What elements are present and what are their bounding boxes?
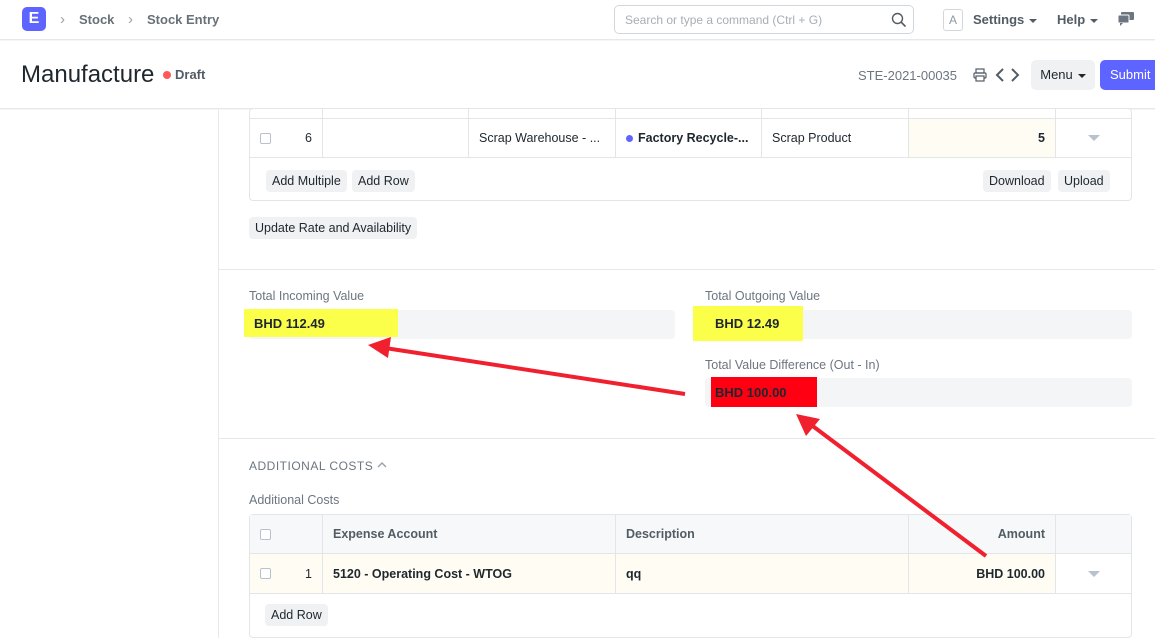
row-menu-cell[interactable]: [1056, 554, 1131, 593]
settings-label: Settings: [973, 12, 1025, 27]
page-title: Manufacture: [21, 61, 155, 88]
column-header-description: Description: [616, 515, 909, 553]
add-multiple-button[interactable]: Add Multiple: [266, 170, 347, 192]
form-content: 6 Scrap Warehouse - ... Factory Recycle-…: [218, 108, 1155, 638]
page-head: Manufacture Draft STE-2021-00035 Menu Su…: [0, 41, 1155, 109]
row-index: 6: [305, 131, 312, 145]
submit-button[interactable]: Submit: [1100, 60, 1155, 90]
upload-button[interactable]: Upload: [1058, 170, 1110, 192]
settings-dropdown[interactable]: Settings: [973, 12, 1038, 27]
search-placeholder: Search or type a command (Ctrl + G): [625, 13, 823, 27]
row-checkbox[interactable]: [260, 568, 271, 579]
chevron-right-icon: ›: [60, 11, 65, 28]
section-divider: [219, 438, 1155, 439]
target-warehouse-cell[interactable]: Scrap Warehouse - ...: [469, 119, 616, 157]
description-cell[interactable]: qq: [616, 554, 909, 593]
row-select-cell[interactable]: 1: [250, 554, 323, 593]
table-header: Expense Account Description Amount: [250, 515, 1131, 554]
chevron-right-icon[interactable]: [1010, 68, 1020, 82]
avatar[interactable]: A: [943, 9, 963, 31]
status-indicator: [163, 71, 171, 79]
help-label: Help: [1057, 12, 1086, 27]
total-difference-label: Total Value Difference (Out - In): [705, 358, 880, 372]
caret-down-icon: [1087, 570, 1100, 577]
caret-down-icon: [1087, 135, 1100, 141]
app-logo[interactable]: E: [22, 7, 46, 31]
link-indicator: [626, 134, 633, 142]
table-row[interactable]: 6 Scrap Warehouse - ... Factory Recycle-…: [250, 119, 1131, 158]
additional-costs-label: Additional Costs: [249, 493, 340, 507]
search-input[interactable]: Search or type a command (Ctrl + G): [614, 5, 914, 34]
row-menu-cell[interactable]: [1056, 119, 1131, 157]
total-difference-value: BHD 100.00: [711, 377, 817, 407]
chevron-left-icon[interactable]: [995, 68, 1005, 82]
search-icon: [891, 12, 907, 28]
header-select-cell[interactable]: [250, 515, 323, 553]
amount-cell[interactable]: BHD 100.00: [909, 554, 1056, 593]
chevron-up-icon[interactable]: [377, 462, 387, 468]
caret-down-icon: [1090, 18, 1099, 23]
expense-account-cell[interactable]: 5120 - Operating Cost - WTOG: [323, 554, 616, 593]
qty-cell[interactable]: 5: [909, 119, 1056, 157]
section-divider: [219, 269, 1155, 270]
row-index: 1: [305, 566, 312, 581]
add-row-button[interactable]: Add Row: [352, 170, 415, 192]
total-incoming-value: BHD 112.49: [244, 309, 398, 337]
breadcrumb-stock[interactable]: Stock: [79, 12, 114, 27]
caret-down-icon: [1077, 73, 1086, 78]
select-all-checkbox[interactable]: [260, 528, 271, 540]
total-incoming-label: Total Incoming Value: [249, 289, 365, 303]
document-name: STE-2021-00035: [858, 68, 958, 83]
total-outgoing-label: Total Outgoing Value: [705, 289, 821, 303]
row-select-cell[interactable]: 6: [250, 119, 323, 157]
menu-button[interactable]: Menu: [1031, 60, 1095, 90]
caret-down-icon: [1029, 18, 1038, 23]
table-row: [250, 109, 1131, 119]
additional-costs-section-title[interactable]: ADDITIONAL COSTS: [249, 459, 373, 473]
table-row[interactable]: 1 5120 - Operating Cost - WTOG qq BHD 10…: [250, 554, 1131, 594]
menu-label: Menu: [1040, 67, 1073, 82]
sidebar: [0, 110, 218, 638]
item-code-cell[interactable]: Factory Recycle-...: [616, 119, 762, 157]
add-cost-row-button[interactable]: Add Row: [265, 604, 328, 626]
navbar: E › Stock › Stock Entry Search or type a…: [0, 0, 1155, 40]
items-table: 6 Scrap Warehouse - ... Factory Recycle-…: [249, 108, 1132, 201]
chat-icon[interactable]: [1118, 12, 1134, 26]
printer-icon[interactable]: [973, 68, 987, 82]
status-badge: Draft: [175, 67, 206, 82]
breadcrumb-stock-entry[interactable]: Stock Entry: [147, 12, 219, 27]
row-checkbox[interactable]: [260, 132, 271, 144]
download-button[interactable]: Download: [983, 170, 1051, 192]
item-code-text: Factory Recycle-...: [638, 131, 749, 145]
item-name-cell[interactable]: Scrap Product: [762, 119, 909, 157]
additional-costs-table: Expense Account Description Amount 1 512…: [249, 514, 1132, 638]
column-header-amount: Amount: [909, 515, 1056, 553]
column-header-expense-account: Expense Account: [323, 515, 616, 553]
chevron-right-icon: ›: [128, 11, 133, 28]
update-rate-button[interactable]: Update Rate and Availability: [249, 217, 418, 239]
total-outgoing-value: BHD 12.49: [693, 306, 803, 341]
source-warehouse-cell[interactable]: [323, 119, 469, 157]
help-dropdown[interactable]: Help: [1057, 12, 1099, 27]
